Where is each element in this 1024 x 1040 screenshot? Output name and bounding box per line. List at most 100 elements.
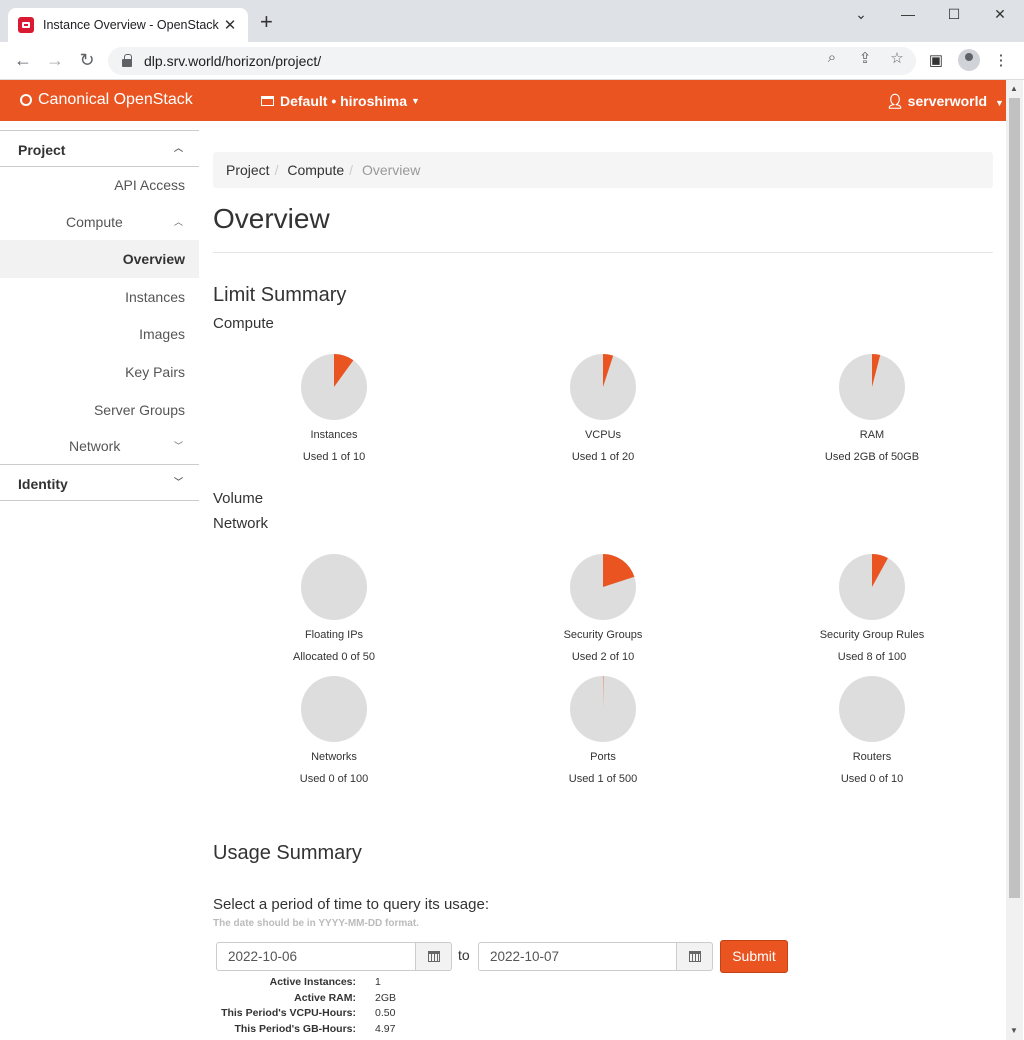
pie-usage-text: Used 1 of 500 [568, 773, 638, 785]
calendar-icon [688, 951, 701, 962]
sidebar-item-key-pairs[interactable]: Key Pairs [125, 364, 185, 380]
caret-down-icon: ▼ [411, 96, 420, 106]
zoom-icon[interactable]: ⌕ [822, 49, 842, 66]
limit-pie-security-groups: Security Groups Used 2 of 10 [513, 553, 693, 663]
profile-avatar[interactable] [958, 49, 980, 71]
side-panel-icon[interactable]: ▣ [926, 51, 946, 69]
browser-tab[interactable]: Instance Overview - OpenStack D ✕ [8, 8, 248, 42]
usage-stats: Active Instances: 1 Active RAM: 2GB This P… [213, 975, 396, 1037]
pie-usage-text: Used 0 of 10 [840, 773, 904, 785]
limit-summary-title: Limit Summary [213, 284, 347, 306]
pie-title: Security Group Rules [819, 629, 925, 641]
pie-title: RAM [859, 429, 885, 441]
start-date-input[interactable]: 2022-10-06 [216, 942, 415, 971]
address-bar[interactable]: dlp.srv.world/horizon/project/ [108, 47, 916, 75]
stat-row: This Period's VCPU-Hours: 0.50 [213, 1006, 396, 1022]
pie-chart [570, 554, 636, 620]
pie-usage-text: Used 8 of 100 [837, 651, 907, 663]
tab-close-icon[interactable]: ✕ [222, 16, 238, 34]
limit-pie-ram: RAM Used 2GB of 50GB [782, 353, 962, 463]
pie-usage-text: Used 2GB of 50GB [824, 451, 920, 463]
browser-tabbar: Instance Overview - OpenStack D ✕ + ⌄ — … [0, 0, 1024, 42]
breadcrumb-project[interactable]: Project [226, 162, 270, 178]
share-icon[interactable]: ⇪ [855, 49, 875, 67]
pie-title: Instances [310, 429, 358, 441]
limit-pie-ports: Ports Used 1 of 500 [513, 675, 693, 785]
stat-value: 0.50 [375, 1007, 396, 1019]
pie-chart [570, 354, 636, 420]
pie-usage-text: Allocated 0 of 50 [293, 651, 375, 663]
scroll-down-icon[interactable]: ▼ [1010, 1026, 1018, 1035]
pie-chart [839, 554, 905, 620]
pie-chart [301, 554, 367, 620]
pie-title: Routers [852, 751, 892, 763]
sidebar-nav: Project ︿ API Access Compute ︿ Overview … [0, 121, 199, 1040]
breadcrumb: Project / Compute / Overview [213, 152, 993, 188]
chevron-up-icon: ︿ [173, 217, 183, 227]
query-period-label: Select a period of time to query its usa… [213, 896, 489, 913]
sidebar-item-instances[interactable]: Instances [125, 289, 185, 305]
tab-title: Instance Overview - OpenStack D [43, 18, 222, 32]
scrollbar-thumb[interactable] [1009, 98, 1020, 898]
window-close-icon[interactable]: ✕ [990, 6, 1010, 23]
sidebar-item-server-groups[interactable]: Server Groups [94, 402, 185, 418]
user-name: serverworld [907, 93, 988, 109]
limit-pie-instances: Instances Used 1 of 10 [244, 353, 424, 463]
back-icon[interactable]: ← [12, 50, 34, 70]
maximize-icon[interactable]: ☐ [944, 6, 964, 23]
calendar-icon [427, 951, 440, 962]
new-tab-button[interactable]: + [260, 11, 273, 33]
stat-label: Active RAM: [294, 991, 356, 1004]
pie-chart [301, 676, 367, 742]
project-selector[interactable]: Default • hiroshima ▼ [261, 93, 420, 109]
scroll-up-icon[interactable]: ▲ [1010, 84, 1018, 93]
url-text: dlp.srv.world/horizon/project/ [144, 53, 322, 69]
sidebar-item-images[interactable]: Images [139, 326, 185, 342]
chevron-down-icon: ﹀ [173, 477, 183, 487]
start-date-picker-button[interactable] [415, 942, 452, 971]
forward-icon[interactable]: → [44, 50, 66, 70]
end-date-picker-button[interactable] [676, 942, 713, 971]
limit-pie-routers: Routers Used 0 of 10 [782, 675, 962, 785]
usage-summary-title: Usage Summary [213, 842, 362, 864]
tab-search-icon[interactable]: ⌄ [851, 6, 871, 23]
stat-value: 4.97 [375, 1022, 396, 1035]
date-format-help: The date should be in YYYY-MM-DD format. [213, 918, 419, 929]
minimize-icon[interactable]: — [898, 6, 918, 22]
user-icon: 👤︎ [886, 93, 904, 109]
pie-title: Ports [590, 751, 616, 763]
pie-usage-text: Used 1 of 20 [571, 451, 635, 463]
pie-free-slice [301, 554, 367, 620]
user-menu[interactable]: 👤︎ serverworld ▼ [886, 93, 1004, 110]
start-date-group: 2022-10-06 [216, 942, 452, 971]
submit-button[interactable]: Submit [720, 940, 788, 973]
sidebar-item-api-access[interactable]: API Access [114, 177, 185, 193]
end-date-input[interactable]: 2022-10-07 [478, 942, 676, 971]
pie-usage-text: Used 2 of 10 [571, 651, 635, 663]
title-divider [213, 252, 993, 253]
sidebar-section-identity[interactable]: Identity ﹀ [0, 464, 199, 501]
breadcrumb-compute[interactable]: Compute [287, 162, 344, 178]
stat-row: Active RAM: 2GB [213, 991, 396, 1007]
date-range-to-label: to [458, 947, 470, 963]
sidebar-item-overview[interactable]: Overview [0, 240, 199, 278]
pie-chart [570, 676, 636, 742]
caret-down-icon: ▼ [994, 98, 1004, 108]
pie-title: Networks [311, 751, 357, 763]
chevron-down-icon: ﹀ [173, 441, 183, 451]
sidebar-group-label: Network [69, 438, 121, 454]
brand-logo[interactable]: Canonical OpenStack [20, 91, 193, 109]
menu-dots-icon[interactable]: ⋮ [991, 51, 1011, 69]
page-scrollbar[interactable]: ▲ ▼ [1006, 80, 1023, 1040]
network-limits-label: Network [213, 515, 269, 532]
openstack-logo-icon [20, 94, 32, 106]
pie-title: VCPUs [584, 429, 622, 441]
reload-icon[interactable]: ↻ [76, 50, 98, 70]
sidebar-section-project[interactable]: Project ︿ [0, 130, 199, 167]
limit-pie-networks: Networks Used 0 of 100 [244, 675, 424, 785]
brand-name: Canonical OpenStack [38, 91, 193, 108]
limit-pie-vcpus: VCPUs Used 1 of 20 [513, 353, 693, 463]
browser-toolbar: ← → ↻ dlp.srv.world/horizon/project/ ⌕ ⇪… [0, 42, 1024, 80]
bookmark-star-icon[interactable]: ☆ [887, 49, 907, 67]
limit-pie-floating-ips: Floating IPs Allocated 0 of 50 [244, 553, 424, 663]
